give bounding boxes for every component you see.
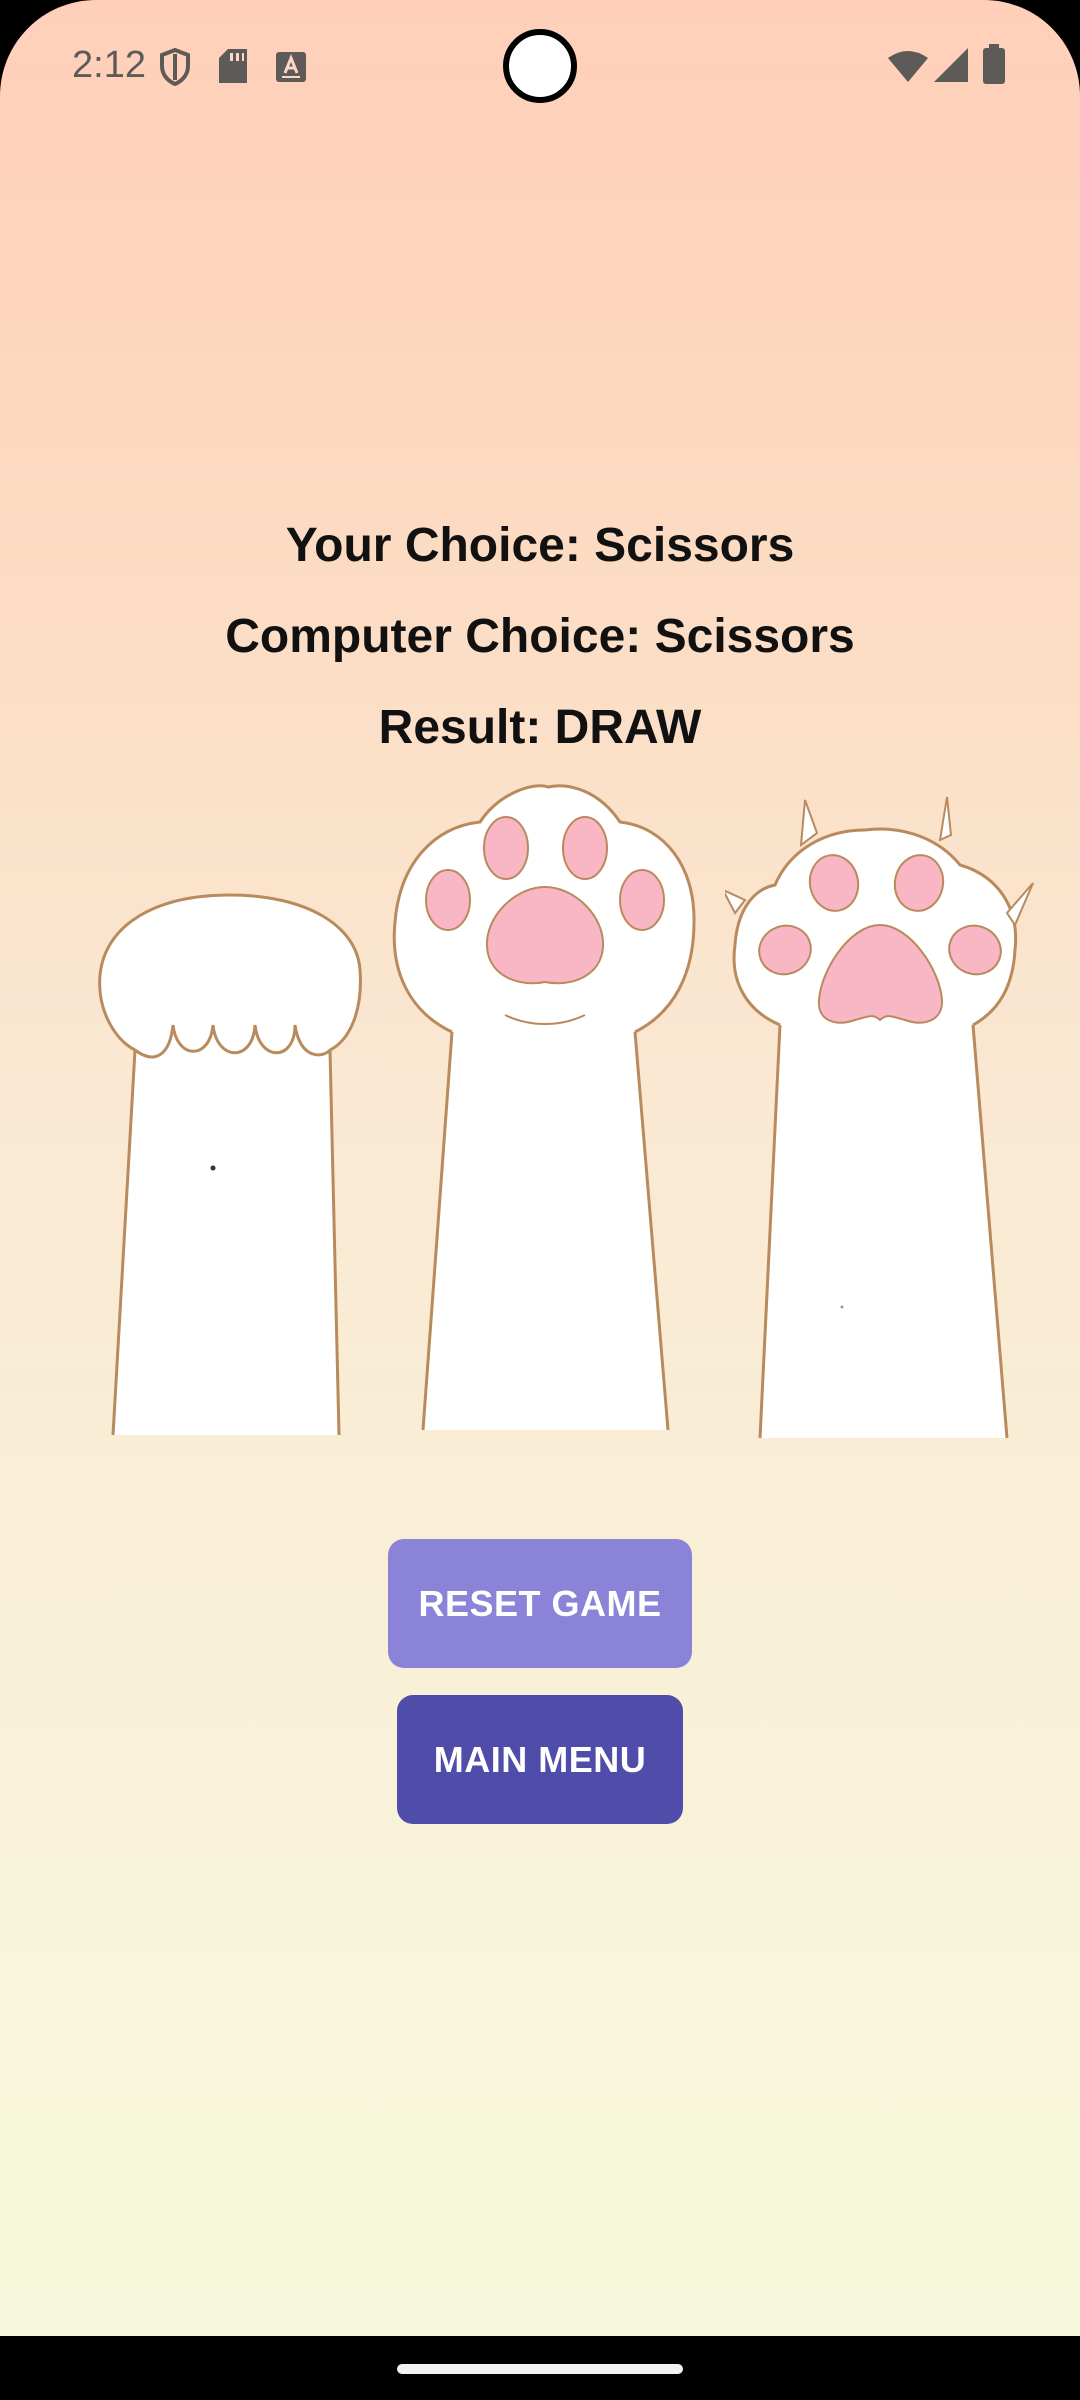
battery-icon (983, 44, 1005, 84)
paper-paw-icon[interactable] (390, 782, 700, 1432)
sd-card-icon (219, 49, 247, 83)
game-screen: 2:12 Your Choice: Scissors Computer Choi… (0, 0, 1080, 2400)
home-indicator[interactable] (397, 2364, 683, 2374)
wifi-icon (888, 51, 928, 82)
status-time: 2:12 (72, 44, 146, 86)
result-text: Result: DRAW (378, 701, 702, 754)
shield-icon (160, 48, 190, 86)
keyboard-a-icon (276, 52, 306, 82)
reset-game-button[interactable]: RESET GAME (388, 1539, 692, 1668)
computer-choice-text: Computer Choice: Scissors (225, 610, 855, 663)
cell-signal-icon (934, 48, 968, 82)
rock-paw-icon[interactable] (95, 890, 365, 1440)
scissors-paw-icon[interactable] (725, 795, 1035, 1440)
status-bar: 2:12 (0, 0, 1080, 130)
front-camera (503, 29, 577, 103)
main-menu-button[interactable]: MAIN MENU (397, 1695, 683, 1824)
your-choice-text: Your Choice: Scissors (285, 519, 795, 572)
